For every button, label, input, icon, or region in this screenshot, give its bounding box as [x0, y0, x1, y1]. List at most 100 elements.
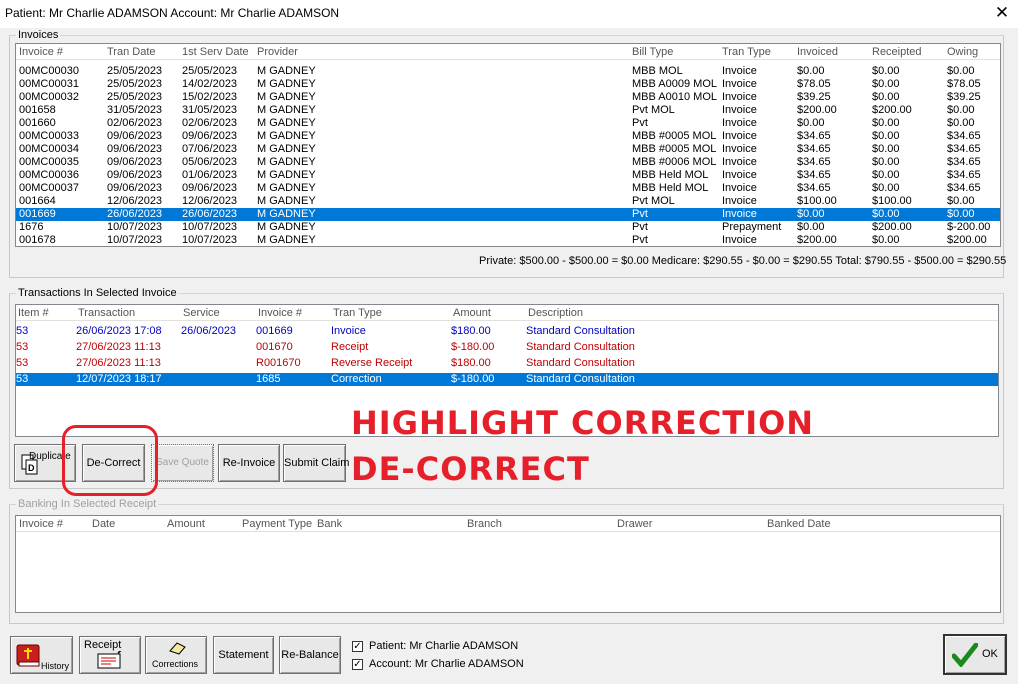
invoice-cell: $34.65 [797, 169, 831, 181]
banking-table[interactable]: Invoice # Date Amount Payment Type Bank Branc… [15, 515, 1001, 613]
invoice-row[interactable]: 001660 02/06/2023 02/06/2023 M GADNEY Pvt Inv… [16, 117, 1000, 130]
invoice-row[interactable]: 001678 10/07/2023 10/07/2023 M GADNEY Pvt Inv… [16, 234, 1000, 246]
invoices-col-header[interactable]: Tran Type [722, 46, 771, 58]
invoice-cell: $0.00 [872, 65, 900, 77]
transactions-col-header[interactable]: Amount [453, 307, 491, 319]
banking-col-header[interactable]: Banked Date [767, 518, 831, 530]
transaction-cell: Invoice [331, 325, 366, 337]
invoice-cell: 26/06/2023 [182, 208, 238, 220]
invoice-cell: $0.00 [872, 130, 900, 142]
close-icon[interactable]: ✕ [992, 3, 1012, 23]
submit-claim-button[interactable]: Submit Claim [283, 444, 349, 482]
invoice-row[interactable]: 001669 26/06/2023 26/06/2023 M GADNEY Pvt Inv… [16, 208, 1000, 221]
receipt-button[interactable]: Receipt [79, 636, 141, 674]
transaction-row[interactable]: 53 27/06/2023 11:13 R001670 Reverse Receipt… [16, 357, 998, 370]
invoices-table[interactable]: Invoice # Tran Date 1st Serv Date Provider B… [15, 43, 1001, 247]
re-balance-button[interactable]: Re-Balance [279, 636, 341, 674]
invoice-cell: $34.65 [947, 143, 981, 155]
invoice-cell: Invoice [722, 130, 757, 142]
banking-header: Invoice # Date Amount Payment Type Bank Branc… [16, 516, 1000, 532]
banking-col-header[interactable]: Branch [467, 518, 502, 530]
invoice-cell: $0.00 [872, 117, 900, 129]
invoices-col-header[interactable]: Receipted [872, 46, 922, 58]
transaction-row[interactable]: 53 12/07/2023 18:17 1685 Correction $-180.00… [16, 373, 998, 386]
ok-button[interactable]: OK [943, 634, 1007, 675]
transactions-col-header[interactable]: Invoice # [258, 307, 302, 319]
transactions-col-header[interactable]: Tran Type [333, 307, 382, 319]
invoices-col-header[interactable]: Tran Date [107, 46, 156, 58]
transactions-header: Item # Transaction Service Invoice # Tran Ty… [16, 305, 998, 321]
invoices-col-header[interactable]: Bill Type [632, 46, 673, 58]
transaction-cell: Standard Consultation [526, 325, 635, 337]
invoice-row[interactable]: 00MC00032 25/05/2023 15/02/2023 M GADNEY MBB… [16, 91, 1000, 104]
patient-checkbox[interactable]: ✓ [352, 641, 363, 652]
re-invoice-button[interactable]: Re-Invoice [218, 444, 280, 482]
transactions-col-header[interactable]: Transaction [78, 307, 135, 319]
corrections-button[interactable]: Corrections [145, 636, 207, 674]
account-checkbox[interactable]: ✓ [352, 659, 363, 670]
transaction-cell: 001670 [256, 341, 293, 353]
invoice-cell: M GADNEY [257, 195, 316, 207]
invoice-cell: Pvt [632, 117, 648, 129]
invoices-col-header[interactable]: Owing [947, 46, 978, 58]
invoice-cell: 09/06/2023 [107, 169, 163, 181]
statement-button[interactable]: Statement [213, 636, 274, 674]
invoice-cell: $0.00 [947, 65, 975, 77]
invoice-cell: Invoice [722, 78, 757, 90]
banking-col-header[interactable]: Invoice # [19, 518, 63, 530]
banking-col-header[interactable]: Bank [317, 518, 342, 530]
transaction-cell: $180.00 [451, 357, 491, 369]
invoice-row[interactable]: 001664 12/06/2023 12/06/2023 M GADNEY Pvt MO… [16, 195, 1000, 208]
invoice-cell: Invoice [722, 143, 757, 155]
transaction-cell: 53 [16, 341, 29, 353]
patient-checkbox-label: Patient: Mr Charlie ADAMSON [369, 640, 519, 652]
invoice-row[interactable]: 00MC00037 09/06/2023 09/06/2023 M GADNEY MBB… [16, 182, 1000, 195]
invoice-cell: MBB Held MOL [632, 182, 709, 194]
invoice-row[interactable]: 00MC00034 09/06/2023 07/06/2023 M GADNEY MBB… [16, 143, 1000, 156]
transactions-col-header[interactable]: Description [528, 307, 583, 319]
invoice-row[interactable]: 00MC00035 09/06/2023 05/06/2023 M GADNEY MBB… [16, 156, 1000, 169]
banking-col-header[interactable]: Amount [167, 518, 205, 530]
invoice-cell: 10/07/2023 [182, 234, 238, 246]
banking-col-header[interactable]: Date [92, 518, 115, 530]
transaction-row[interactable]: 53 26/06/2023 17:08 26/06/2023 001669 Invoic… [16, 325, 998, 338]
transaction-cell: 26/06/2023 [181, 325, 237, 337]
invoice-cell: $34.65 [797, 143, 831, 155]
transaction-row[interactable]: 53 27/06/2023 11:13 001670 Receipt $-180.00 S… [16, 341, 998, 354]
invoice-cell: $0.00 [797, 221, 825, 233]
banking-col-header[interactable]: Payment Type [242, 518, 312, 530]
invoice-cell: M GADNEY [257, 169, 316, 181]
invoice-row[interactable]: 00MC00033 09/06/2023 09/06/2023 M GADNEY MBB… [16, 130, 1000, 143]
banking-col-header[interactable]: Drawer [617, 518, 652, 530]
invoices-col-header[interactable]: Invoice # [19, 46, 63, 58]
history-button[interactable]: History [10, 636, 73, 674]
invoice-cell: Invoice [722, 91, 757, 103]
invoice-cell: 00MC00035 [19, 156, 79, 168]
invoice-cell: $-200.00 [947, 221, 991, 233]
invoice-row[interactable]: 00MC00031 25/05/2023 14/02/2023 M GADNEY MBB… [16, 78, 1000, 91]
invoice-cell: $78.05 [797, 78, 831, 90]
invoice-cell: $0.00 [872, 208, 900, 220]
save-quote-button[interactable]: Save Quote [151, 444, 214, 482]
invoice-cell: Invoice [722, 156, 757, 168]
invoice-cell: $39.25 [797, 91, 831, 103]
transactions-col-header[interactable]: Service [183, 307, 220, 319]
transaction-cell: 27/06/2023 11:13 [76, 357, 161, 369]
invoice-cell: Invoice [722, 182, 757, 194]
invoices-col-header[interactable]: Provider [257, 46, 298, 58]
invoice-cell: 001664 [19, 195, 56, 207]
invoice-row[interactable]: 00MC00036 09/06/2023 01/06/2023 M GADNEY MBB… [16, 169, 1000, 182]
invoice-cell: MBB Held MOL [632, 169, 709, 181]
invoice-cell: M GADNEY [257, 234, 316, 246]
transaction-cell: $-180.00 [451, 373, 495, 385]
invoice-cell: $0.00 [797, 208, 825, 220]
invoices-col-header[interactable]: Invoiced [797, 46, 838, 58]
invoice-cell: MBB #0005 MOL [632, 143, 717, 155]
invoice-row[interactable]: 1676 10/07/2023 10/07/2023 M GADNEY Pvt Prepa… [16, 221, 1000, 234]
invoice-cell: M GADNEY [257, 65, 316, 77]
invoice-row[interactable]: 001658 31/05/2023 31/05/2023 M GADNEY Pvt MO… [16, 104, 1000, 117]
invoice-row[interactable]: 00MC00030 25/05/2023 25/05/2023 M GADNEY MBB… [16, 65, 1000, 78]
invoice-cell: 12/06/2023 [182, 195, 238, 207]
invoices-col-header[interactable]: 1st Serv Date [182, 46, 249, 58]
transactions-col-header[interactable]: Item # [18, 307, 49, 319]
